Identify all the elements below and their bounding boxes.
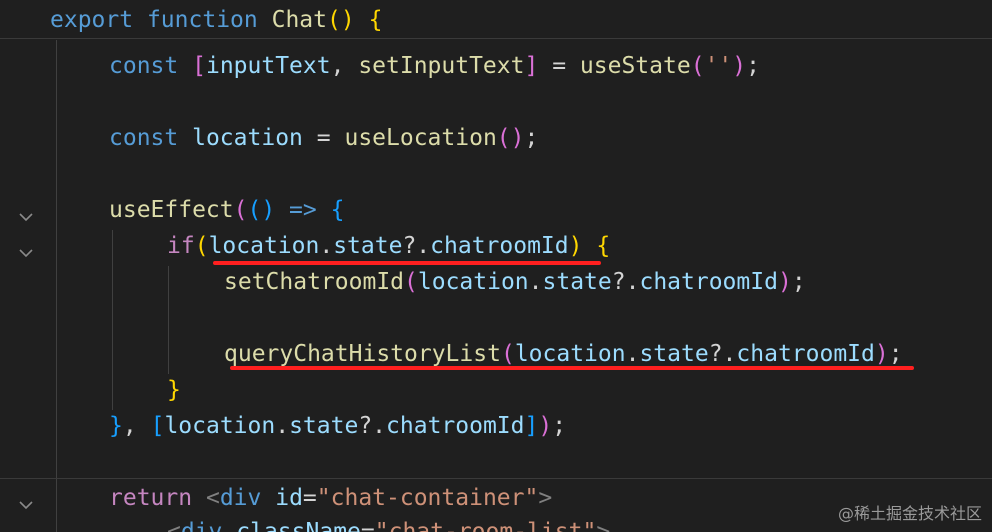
token-paren: ( — [690, 53, 705, 79]
token-bracket: ] — [524, 53, 539, 79]
token-optional-chain: ?. — [402, 233, 431, 259]
token-equals: = — [360, 519, 375, 532]
token-dot: . — [528, 269, 543, 295]
token-variable: location — [192, 125, 303, 151]
token-paren: ( — [326, 7, 341, 33]
token-comma: , — [330, 53, 345, 79]
token-paren: ( — [194, 233, 209, 259]
token-optional-chain: ?. — [611, 269, 640, 295]
token-variable: location — [514, 341, 626, 367]
token-brace: } — [167, 377, 181, 403]
token-property: chatroomId — [639, 269, 778, 295]
token-string: "chat-container" — [316, 485, 539, 511]
token-semicolon: ; — [888, 341, 903, 367]
token-property: state — [639, 341, 709, 367]
token-property: chatroomId — [386, 413, 525, 439]
token-brace: { — [596, 233, 611, 259]
token-tag-open: < — [167, 519, 181, 532]
token-const: const — [109, 125, 179, 151]
token-equals: = — [302, 485, 317, 511]
token-brace: { — [330, 197, 345, 223]
token-function-name: Chat — [271, 7, 327, 33]
chevron-down-icon[interactable] — [17, 237, 35, 258]
token-paren: ) — [510, 125, 525, 151]
code-line-4[interactable]: const location = useLocation(); — [0, 120, 992, 156]
code-line-11[interactable]: } — [0, 372, 992, 408]
token-paren: ) — [732, 53, 747, 79]
highlight-underline — [230, 366, 914, 370]
token-paren: ) — [777, 269, 792, 295]
token-paren: ) — [340, 7, 355, 33]
code-line-1[interactable]: export function Chat() { — [0, 2, 992, 39]
token-optional-chain: ?. — [358, 413, 387, 439]
token-property: state — [542, 269, 612, 295]
token-paren: () — [247, 197, 276, 223]
token-paren: ( — [404, 269, 418, 295]
token-variable: location — [417, 269, 529, 295]
token-semicolon: ; — [791, 269, 806, 295]
token-tag-close: > — [596, 519, 611, 532]
token-paren: ( — [233, 197, 248, 223]
token-tag-name: div — [180, 519, 223, 532]
token-bracket: [ — [150, 413, 165, 439]
token-attribute: id — [275, 485, 303, 511]
token-property: chatroomId — [736, 341, 875, 367]
chevron-down-icon[interactable] — [17, 201, 35, 222]
token-function-name: setChatroomId — [224, 269, 405, 295]
token-operator: = — [316, 125, 331, 151]
token-function-name: queryChatHistoryList — [224, 341, 501, 367]
token-arrow: => — [289, 197, 317, 223]
chevron-down-icon[interactable] — [17, 489, 35, 510]
token-tag-open: < — [205, 485, 220, 511]
code-line-13[interactable] — [0, 444, 992, 479]
token-function-name: useLocation — [344, 125, 497, 151]
token-paren: ( — [496, 125, 511, 151]
token-const: const — [109, 53, 179, 79]
token-function-name: setInputText — [358, 53, 525, 79]
token-string: '' — [704, 53, 733, 79]
token-semicolon: ; — [524, 125, 539, 151]
token-function: function — [146, 7, 258, 33]
token-paren: ) — [538, 413, 553, 439]
token-tag-name: div — [219, 485, 262, 511]
token-comma: , — [122, 413, 137, 439]
token-variable: inputText — [205, 53, 331, 79]
token-function-name: useEffect — [109, 197, 234, 223]
token-tag-close: > — [538, 485, 553, 511]
token-semicolon: ; — [746, 53, 760, 79]
code-line-2[interactable]: const [inputText, setInputText] = useSta… — [0, 48, 992, 84]
token-brace: } — [109, 413, 123, 439]
token-variable: location — [164, 413, 276, 439]
token-variable: location — [208, 233, 320, 259]
token-if: if — [167, 233, 195, 259]
token-function-name: useState — [579, 53, 691, 79]
token-property: state — [333, 233, 403, 259]
token-return: return — [109, 485, 193, 511]
code-line-6[interactable]: useEffect(() => { — [0, 192, 992, 228]
code-editor[interactable]: export function Chat() { const [inputTex… — [0, 0, 992, 532]
token-paren: ) — [874, 341, 889, 367]
token-string: "chat-room-list" — [374, 519, 597, 532]
code-line-7[interactable]: if(location.state?.chatroomId) { — [0, 228, 992, 264]
token-optional-chain: ?. — [708, 341, 737, 367]
token-dot: . — [319, 233, 334, 259]
token-operator: = — [552, 53, 567, 79]
token-semicolon: ; — [552, 413, 567, 439]
code-line-8[interactable]: setChatroomId(location.state?.chatroomId… — [0, 264, 992, 300]
token-property: state — [289, 413, 359, 439]
token-dot: . — [275, 413, 290, 439]
token-property: chatroomId — [430, 233, 569, 259]
token-paren: ( — [500, 341, 515, 367]
code-line-12[interactable]: }, [location.state?.chatroomId]); — [0, 408, 992, 444]
token-export: export — [50, 7, 134, 33]
token-attribute: className — [236, 519, 361, 532]
token-paren: ) — [568, 233, 583, 259]
token-bracket: ] — [524, 413, 539, 439]
token-bracket: [ — [192, 53, 206, 79]
token-dot: . — [625, 341, 640, 367]
watermark: @稀土掘金技术社区 — [837, 504, 982, 523]
token-brace: { — [368, 7, 383, 33]
